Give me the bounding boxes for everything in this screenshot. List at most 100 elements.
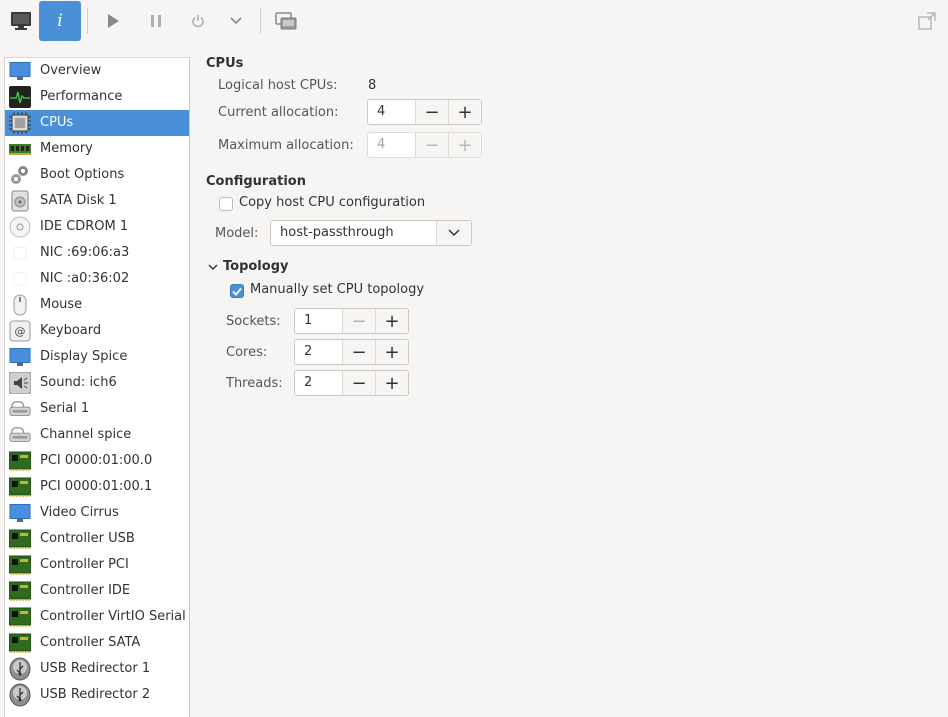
sidebar-item-label: IDE CDROM 1 bbox=[40, 219, 129, 234]
cores-increment-button[interactable]: + bbox=[375, 340, 408, 364]
run-button[interactable] bbox=[92, 1, 134, 41]
sidebar-item-label: Controller PCI bbox=[40, 557, 129, 572]
threads-input[interactable]: 2 bbox=[295, 371, 343, 395]
monitor-icon bbox=[9, 502, 31, 524]
model-entry[interactable]: host-passthrough bbox=[271, 221, 437, 245]
sidebar-item-controller-virtio-serial[interactable]: Controller VirtIO Serial bbox=[5, 604, 189, 630]
maximum-allocation-decrement-button[interactable]: − bbox=[416, 133, 448, 157]
toolbar: i bbox=[0, 0, 948, 44]
manual-topology-checkbox[interactable] bbox=[230, 284, 244, 298]
current-allocation-label: Current allocation: bbox=[218, 105, 339, 120]
model-dropdown-button[interactable] bbox=[437, 221, 471, 245]
sidebar-item-sata-disk[interactable]: SATA Disk 1 bbox=[5, 188, 189, 214]
sidebar-item-sound[interactable]: Sound: ich6 bbox=[5, 370, 189, 396]
sockets-increment-button[interactable]: + bbox=[375, 309, 408, 333]
cores-label: Cores: bbox=[226, 345, 268, 360]
pause-button[interactable] bbox=[135, 1, 177, 41]
sidebar-item-boot-options[interactable]: Boot Options bbox=[5, 162, 189, 188]
console-button[interactable] bbox=[0, 1, 42, 41]
topology-expander[interactable]: Topology bbox=[206, 258, 326, 276]
current-allocation-input[interactable]: 4 bbox=[368, 100, 416, 124]
sidebar-item-label: Display Spice bbox=[40, 349, 128, 364]
pci-card-icon bbox=[9, 450, 31, 472]
checkmark-icon bbox=[232, 287, 242, 296]
sidebar-item-cpus[interactable]: CPUs bbox=[5, 110, 189, 136]
manual-topology-label[interactable]: Manually set CPU topology bbox=[250, 282, 424, 297]
sidebar-item-display-spice[interactable]: Display Spice bbox=[5, 344, 189, 370]
pci-card-icon bbox=[9, 528, 31, 550]
maximum-allocation-input[interactable]: 4 bbox=[368, 133, 416, 157]
threads-increment-button[interactable]: + bbox=[375, 371, 408, 395]
copy-host-cpu-checkbox[interactable] bbox=[219, 197, 233, 211]
nic-icon bbox=[9, 268, 31, 290]
sockets-label: Sockets: bbox=[226, 314, 281, 329]
maximum-allocation-spinner: 4 − + bbox=[367, 132, 482, 158]
serial-icon bbox=[9, 424, 31, 446]
sidebar-item-label: Memory bbox=[40, 141, 93, 156]
sidebar-item-label: Channel spice bbox=[40, 427, 132, 442]
sidebar-item-label: Overview bbox=[40, 63, 102, 78]
sidebar-item-controller-ide[interactable]: Controller IDE bbox=[5, 578, 189, 604]
sidebar-item-mouse[interactable]: Mouse bbox=[5, 292, 189, 318]
pause-icon bbox=[151, 15, 161, 27]
sidebar-item-pci-1[interactable]: PCI 0000:01:00.0 bbox=[5, 448, 189, 474]
copy-host-cpu-label[interactable]: Copy host CPU configuration bbox=[239, 195, 425, 210]
logical-host-cpus-value: 8 bbox=[368, 78, 377, 93]
sidebar-item-usb-redirector-2[interactable]: USB Redirector 2 bbox=[5, 682, 189, 708]
cpus-section-title: CPUs bbox=[206, 56, 244, 71]
mouse-icon bbox=[9, 294, 31, 316]
nic-icon bbox=[9, 242, 31, 264]
shutdown-button[interactable] bbox=[177, 1, 219, 41]
sidebar-item-label: Boot Options bbox=[40, 167, 125, 182]
sidebar-item-controller-sata[interactable]: Controller SATA bbox=[5, 630, 189, 656]
sidebar-item-label: Controller IDE bbox=[40, 583, 131, 598]
cores-decrement-button[interactable]: − bbox=[343, 340, 375, 364]
sidebar-item-controller-usb[interactable]: Controller USB bbox=[5, 526, 189, 552]
fullscreen-button[interactable] bbox=[906, 1, 948, 41]
maximum-allocation-label: Maximum allocation: bbox=[218, 138, 354, 153]
sidebar-item-keyboard[interactable]: @ Keyboard bbox=[5, 318, 189, 344]
sidebar-item-label: Keyboard bbox=[40, 323, 102, 338]
sidebar-item-serial[interactable]: Serial 1 bbox=[5, 396, 189, 422]
screens-button[interactable] bbox=[265, 1, 307, 41]
details-button[interactable]: i bbox=[39, 1, 81, 41]
pci-card-icon bbox=[9, 632, 31, 654]
chevron-down-icon bbox=[208, 264, 218, 270]
sidebar-item-video-cirrus[interactable]: Video Cirrus bbox=[5, 500, 189, 526]
disk-icon bbox=[9, 190, 31, 212]
sidebar-item-performance[interactable]: Performance bbox=[5, 84, 189, 110]
sidebar-item-channel-spice[interactable]: Channel spice bbox=[5, 422, 189, 448]
power-icon bbox=[192, 15, 204, 28]
sidebar-item-nic-2[interactable]: NIC :a0:36:02 bbox=[5, 266, 189, 292]
sidebar-item-label: Performance bbox=[40, 89, 123, 104]
fullscreen-icon bbox=[918, 12, 936, 30]
current-allocation-increment-button[interactable]: + bbox=[448, 100, 481, 124]
sockets-decrement-button[interactable]: − bbox=[343, 309, 375, 333]
model-combobox[interactable]: host-passthrough bbox=[270, 220, 472, 246]
shutdown-menu-button[interactable] bbox=[214, 1, 258, 41]
sidebar-item-label: NIC :a0:36:02 bbox=[40, 271, 130, 286]
sidebar-item-ide-cdrom[interactable]: IDE CDROM 1 bbox=[5, 214, 189, 240]
sidebar-item-memory[interactable]: Memory bbox=[5, 136, 189, 162]
sidebar-item-overview[interactable]: Overview bbox=[5, 58, 189, 84]
sockets-input[interactable]: 1 bbox=[295, 309, 343, 333]
info-icon: i bbox=[57, 11, 63, 31]
serial-icon bbox=[9, 398, 31, 420]
sidebar-item-nic-1[interactable]: NIC :69:06:a3 bbox=[5, 240, 189, 266]
sidebar-item-label: USB Redirector 2 bbox=[40, 687, 151, 702]
threads-decrement-button[interactable]: − bbox=[343, 371, 375, 395]
maximum-allocation-increment-button[interactable]: + bbox=[448, 133, 481, 157]
sidebar-item-pci-2[interactable]: PCI 0000:01:00.1 bbox=[5, 474, 189, 500]
chevron-down-icon bbox=[230, 17, 242, 25]
cores-input[interactable]: 2 bbox=[295, 340, 343, 364]
cdrom-icon bbox=[9, 216, 31, 238]
sockets-spinner: 1 − + bbox=[294, 308, 409, 334]
sidebar-item-label: Serial 1 bbox=[40, 401, 90, 416]
sidebar-item-label: Sound: ich6 bbox=[40, 375, 117, 390]
threads-label: Threads: bbox=[226, 376, 283, 391]
sidebar-item-usb-redirector-1[interactable]: USB Redirector 1 bbox=[5, 656, 189, 682]
current-allocation-decrement-button[interactable]: − bbox=[416, 100, 448, 124]
current-allocation-spinner: 4 − + bbox=[367, 99, 482, 125]
sidebar-item-controller-pci[interactable]: Controller PCI bbox=[5, 552, 189, 578]
pci-card-icon bbox=[9, 554, 31, 576]
